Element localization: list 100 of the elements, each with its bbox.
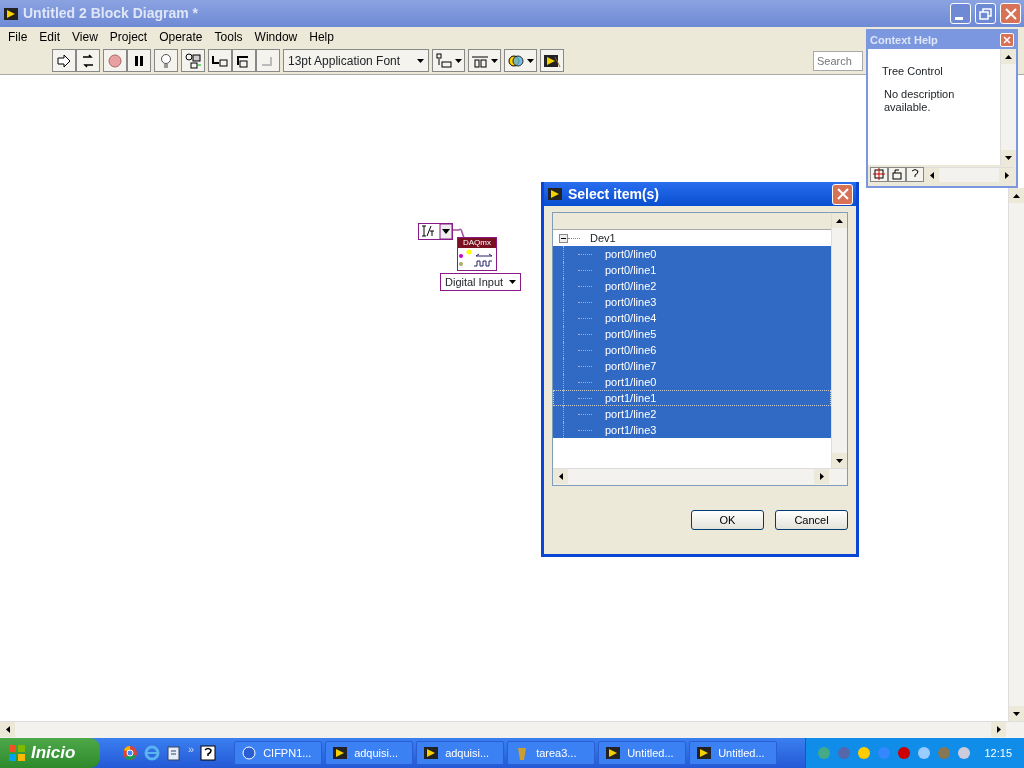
horizontal-scrollbar[interactable] (924, 166, 1014, 182)
taskbar-button[interactable]: tarea3... (507, 741, 596, 765)
font-dropdown[interactable]: 13pt Application Font (283, 49, 429, 72)
tree-item[interactable]: port1/line1 (553, 390, 831, 406)
more-chevron[interactable]: » (188, 740, 195, 758)
step-into-button[interactable] (208, 49, 232, 72)
tree-item[interactable]: port1/line0 (553, 374, 831, 390)
scroll-up-icon[interactable] (1005, 54, 1012, 59)
distribute-button[interactable] (468, 49, 501, 72)
scroll-up-icon[interactable] (1013, 193, 1020, 198)
tree-item[interactable]: port0/line4 (553, 310, 831, 326)
clean-up-button[interactable] (540, 49, 564, 72)
tree-item[interactable]: port0/line6 (553, 342, 831, 358)
digital-input-constant[interactable]: Digital Input (440, 273, 522, 291)
run-button[interactable] (52, 49, 76, 72)
horizontal-scrollbar[interactable] (0, 721, 1024, 738)
minimize-icon (954, 16, 963, 20)
taskbar-button[interactable]: Untitled... (598, 741, 687, 765)
document-icon[interactable] (166, 745, 182, 761)
scroll-right-icon[interactable] (1004, 171, 1009, 179)
scroll-left-icon[interactable] (929, 171, 934, 179)
menu-item[interactable]: Tools (208, 28, 249, 46)
search-field[interactable]: Search (813, 50, 863, 71)
caret-icon (455, 58, 462, 63)
menu-item[interactable]: File (2, 28, 34, 46)
align-icon (435, 52, 453, 69)
vertical-scrollbar[interactable] (1000, 49, 1016, 165)
run-continuously-button[interactable] (76, 49, 100, 72)
menu-item[interactable]: Operate (153, 28, 209, 46)
tree-item[interactable]: Dev1 (553, 230, 831, 246)
show-block-diagram-button[interactable] (870, 166, 888, 182)
caret-icon (509, 280, 517, 284)
tree-item[interactable]: port1/line2 (553, 406, 831, 422)
pause-button[interactable] (127, 49, 151, 72)
window-title: Untitled 2 Block Diagram * (23, 4, 199, 23)
start-button[interactable]: Inicio (0, 738, 100, 768)
app-icon (423, 745, 440, 761)
reorder-button[interactable] (504, 49, 537, 72)
vertical-scrollbar[interactable] (831, 213, 847, 468)
maximize-button[interactable] (975, 3, 996, 24)
tree-item[interactable]: port0/line7 (553, 358, 831, 374)
clock: 12:15 (984, 745, 1012, 761)
tree-item[interactable]: port1/line3 (553, 422, 831, 438)
scroll-down-icon[interactable] (1005, 155, 1012, 160)
windows-flag-icon (8, 744, 26, 762)
close-button[interactable] (1000, 33, 1014, 47)
tree-item[interactable]: port0/line5 (553, 326, 831, 342)
close-icon (1003, 36, 1011, 44)
dialog-button[interactable]: Cancel (775, 510, 848, 530)
lock-icon (891, 168, 903, 180)
menu-item[interactable]: Edit (33, 28, 67, 46)
io-constant-icon (418, 223, 453, 240)
align-button[interactable] (432, 49, 465, 72)
close-button[interactable] (832, 183, 853, 205)
taskbar-button[interactable]: Untitled... (689, 741, 778, 765)
reorder-icon (507, 52, 525, 69)
daqmx-node[interactable]: DAQmx (457, 237, 497, 271)
browser-icon[interactable] (122, 745, 138, 761)
tree-item[interactable]: port0/line1 (553, 262, 831, 278)
help-icon (909, 168, 921, 180)
scroll-down-icon[interactable] (836, 458, 843, 463)
minimize-button[interactable] (950, 3, 971, 24)
taskbar-button[interactable]: CIFPN1... (234, 741, 323, 765)
scroll-right-icon[interactable] (996, 726, 1001, 733)
app-icon (547, 186, 563, 202)
menu-item[interactable]: View (66, 28, 104, 46)
scroll-left-icon[interactable] (5, 726, 10, 733)
clean-up-icon (543, 52, 561, 69)
taskbar-button[interactable]: adquisi... (416, 741, 505, 765)
highlight-button[interactable] (154, 49, 178, 72)
tree-item[interactable]: port0/line0 (553, 246, 831, 262)
probe-icon (184, 52, 202, 69)
lock-button[interactable] (888, 166, 906, 182)
scroll-left-icon[interactable] (558, 473, 563, 480)
maximize-icon (978, 6, 993, 21)
collapse-icon[interactable] (559, 233, 568, 243)
window-title: Context Help (870, 32, 939, 48)
tree-item[interactable]: port0/line3 (553, 294, 831, 310)
node-label: DAQmx (458, 238, 496, 248)
help-icon[interactable] (200, 745, 217, 761)
menu-item[interactable]: Window (248, 28, 304, 46)
step-over-button[interactable] (232, 49, 256, 72)
taskbar-button[interactable]: adquisi... (325, 741, 414, 765)
horizontal-scrollbar[interactable] (553, 468, 847, 485)
menu-item[interactable]: Help (303, 28, 340, 46)
scroll-up-icon[interactable] (836, 218, 843, 223)
close-icon (1003, 6, 1018, 21)
close-icon (835, 187, 850, 201)
help-heading: Tree Control (882, 64, 944, 79)
dialog-button[interactable]: OK (691, 510, 764, 530)
tree-item[interactable]: port0/line2 (553, 278, 831, 294)
caret-icon (491, 58, 498, 63)
probe-button[interactable] (181, 49, 205, 72)
menu-item[interactable]: Project (103, 28, 154, 46)
tree-control[interactable]: Dev1 port0/line0 port0/line1 port0/line2 port0/line3 port0/line4 port0/line5 port0/line6 port0/line7 port1/line0 port1/line1 port1/line2 port1/line3 (552, 212, 848, 486)
help-button[interactable] (906, 166, 924, 182)
scroll-down-icon[interactable] (1013, 711, 1020, 716)
close-button[interactable] (1000, 3, 1021, 24)
scroll-right-icon[interactable] (819, 473, 824, 480)
vertical-scrollbar[interactable] (1008, 188, 1024, 721)
